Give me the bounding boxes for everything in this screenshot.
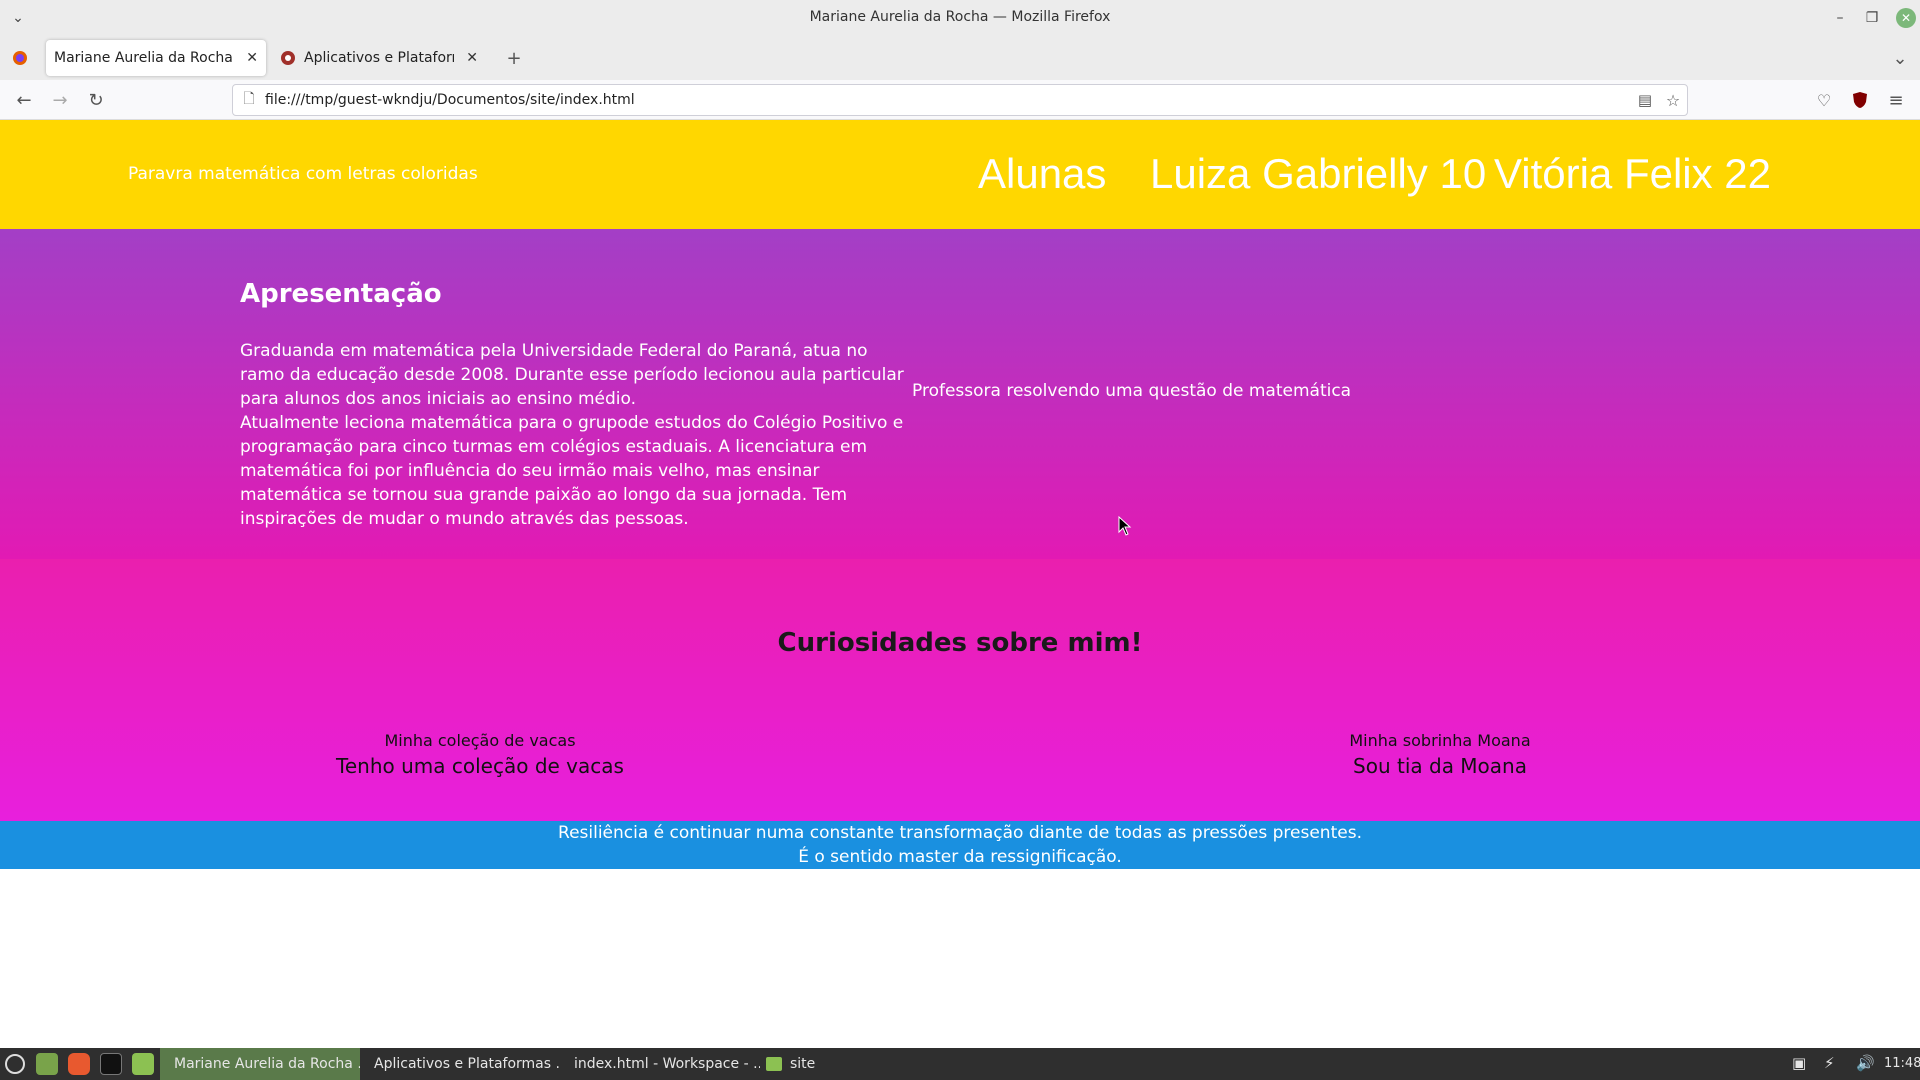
taskbar: Mariane Aurelia da Rocha ... Aplicativos… <box>0 1048 1920 1080</box>
ublock-icon[interactable] <box>1848 88 1872 112</box>
clock[interactable]: 11:48 <box>1884 1056 1920 1071</box>
minimize-icon[interactable]: – <box>1828 6 1852 30</box>
reader-view-icon[interactable]: ▤ <box>1633 88 1657 112</box>
site-header: Paravra matemática com letras coloridas … <box>0 120 1920 229</box>
folder-icon <box>766 1057 782 1071</box>
taskbar-window-label: Aplicativos e Plataformas ... <box>374 1056 560 1072</box>
reload-icon[interactable]: ↻ <box>84 88 108 112</box>
taskbar-window-chrome-workspace[interactable]: index.html - Workspace - ... <box>560 1048 760 1080</box>
close-tab-icon[interactable]: ✕ <box>246 50 258 66</box>
taskbar-window-chrome-apps[interactable]: Aplicativos e Plataformas ... <box>360 1048 560 1080</box>
footer-line-1: Resiliência é continuar numa constante t… <box>558 823 1362 843</box>
web-page: Paravra matemática com letras coloridas … <box>0 120 1920 1048</box>
curiosity-item-moana: Minha sobrinha Moana Sou tia da Moana <box>1240 730 1640 780</box>
close-tab-icon[interactable]: ✕ <box>466 50 478 66</box>
curiosity-image-alt: Minha sobrinha Moana <box>1349 731 1531 750</box>
logo-alt-text[interactable]: Paravra matemática com letras coloridas <box>128 164 478 184</box>
curiosity-image-alt: Minha coleção de vacas <box>384 731 576 750</box>
url-bar[interactable]: 🗋 file:///tmp/guest-wkndju/Documentos/si… <box>232 84 1688 116</box>
tab-bar: Mariane Aurelia da Rocha ✕ Aplicativos e… <box>0 36 1920 80</box>
show-desktop-icon[interactable] <box>36 1053 58 1075</box>
new-tab-icon[interactable]: + <box>502 46 526 70</box>
app-menu-icon[interactable]: ≡ <box>1884 88 1908 112</box>
taskbar-window-label: Mariane Aurelia da Rocha ... <box>174 1056 360 1072</box>
taskbar-window-label: site <box>790 1056 816 1072</box>
curiosities-section: Curiosidades sobre mim! Minha coleção de… <box>0 559 1920 821</box>
presentation-paragraph-2: Atualmente leciona matemática para o gru… <box>240 413 904 529</box>
nav-link-alunas[interactable]: Alunas <box>978 150 1106 198</box>
tab-label: Aplicativos e Plataformas Ed <box>304 50 454 66</box>
close-window-icon[interactable]: ✕ <box>1896 8 1916 28</box>
tab-label: Mariane Aurelia da Rocha <box>54 50 233 66</box>
curiosity-item-cows: Minha coleção de vacas Tenho uma coleção… <box>280 730 680 780</box>
site-favicon-icon <box>281 51 295 65</box>
window-titlebar: ⌄ Mariane Aurelia da Rocha — Mozilla Fir… <box>0 0 1920 36</box>
firefox-launcher-icon[interactable] <box>68 1053 90 1075</box>
volume-icon[interactable]: 🔊 <box>1856 1054 1875 1072</box>
mouse-cursor-icon <box>1118 516 1132 536</box>
presentation-section: Apresentação Graduanda em matemática pel… <box>0 229 1920 559</box>
url-text[interactable]: file:///tmp/guest-wkndju/Documentos/site… <box>265 92 635 108</box>
forward-icon[interactable]: → <box>48 88 72 112</box>
list-all-tabs-chevron-icon[interactable]: ⌄ <box>1888 46 1912 70</box>
presentation-paragraph-1: Graduanda em matemática pela Universidad… <box>240 341 904 409</box>
workspace-switcher-icon[interactable]: ▣ <box>1792 1054 1806 1072</box>
taskbar-window-firefox[interactable]: Mariane Aurelia da Rocha ... <box>160 1048 360 1080</box>
bookmark-star-icon[interactable]: ☆ <box>1661 88 1685 112</box>
presentation-title: Apresentação <box>240 279 442 309</box>
curiosity-caption: Sou tia da Moana <box>1353 754 1527 778</box>
power-icon[interactable]: ⚡ <box>1824 1054 1835 1072</box>
taskbar-window-label: index.html - Workspace - ... <box>574 1056 760 1072</box>
presentation-text: Graduanda em matemática pela Universidad… <box>240 339 912 531</box>
page-info-icon[interactable]: 🗋 <box>237 88 261 112</box>
nav-link-luiza[interactable]: Luiza Gabrielly 10 <box>1150 150 1486 198</box>
curiosity-caption: Tenho uma coleção de vacas <box>336 754 624 778</box>
window-title: Mariane Aurelia da Rocha — Mozilla Firef… <box>809 9 1111 25</box>
pocket-icon[interactable]: ♡ <box>1812 88 1836 112</box>
footer-line-2: É o sentido master da ressignificação. <box>798 847 1122 867</box>
presentation-image-alt: Professora resolvendo uma questão de mat… <box>912 381 1352 401</box>
back-icon[interactable]: ← <box>12 88 36 112</box>
restore-icon[interactable]: ❐ <box>1860 6 1884 30</box>
start-menu-icon[interactable] <box>5 1054 25 1074</box>
terminal-launcher-icon[interactable] <box>100 1053 122 1075</box>
site-footer: Resiliência é continuar numa constante t… <box>0 821 1920 869</box>
curiosities-title: Curiosidades sobre mim! <box>777 628 1143 658</box>
taskbar-window-files-site[interactable]: site <box>760 1048 860 1080</box>
files-launcher-icon[interactable] <box>132 1053 154 1075</box>
navigation-toolbar: ← → ↻ 🗋 file:///tmp/guest-wkndju/Documen… <box>0 80 1920 120</box>
tab-mariane[interactable]: Mariane Aurelia da Rocha ✕ <box>46 40 266 76</box>
nav-link-vitoria[interactable]: Vitória Felix 22 <box>1494 150 1771 198</box>
firefox-menu-icon[interactable] <box>8 46 32 70</box>
tab-aplicativos[interactable]: Aplicativos e Plataformas Ed ✕ <box>272 40 486 76</box>
